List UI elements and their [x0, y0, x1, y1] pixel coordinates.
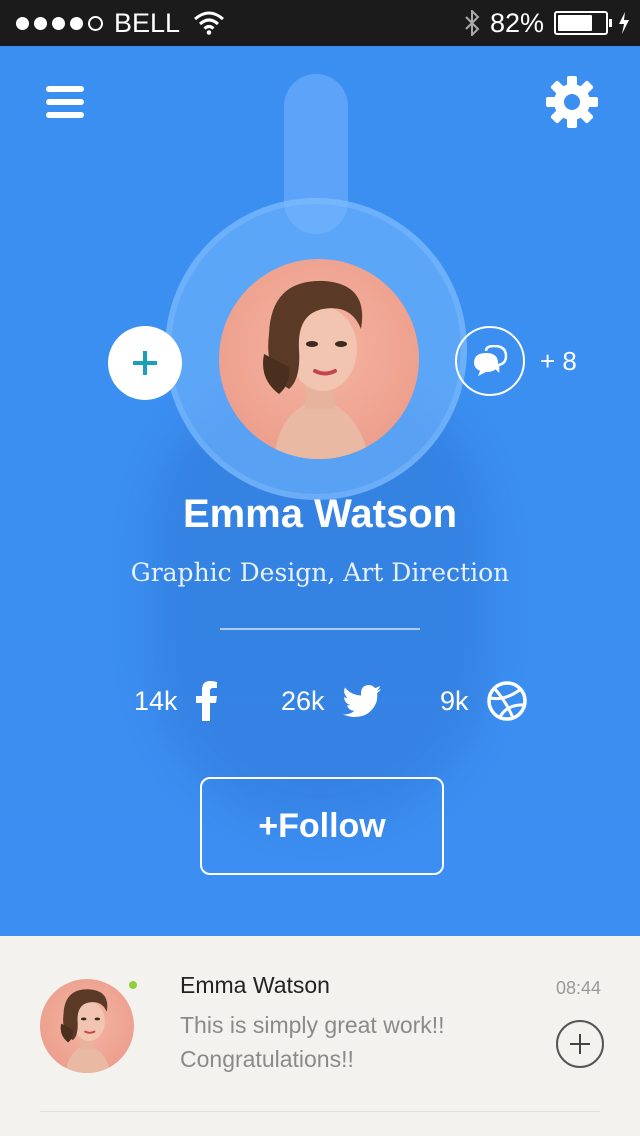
- settings-button[interactable]: [544, 74, 600, 130]
- bolt-icon: [619, 12, 629, 34]
- twitter-count: 26k: [281, 685, 325, 716]
- signal-dot: [52, 16, 65, 30]
- wifi-icon: [194, 11, 225, 35]
- profile-header: + 8 Emma Watson Graphic Design, Art Dire…: [0, 46, 640, 936]
- portrait-image: [263, 280, 369, 459]
- facebook-count: 14k: [134, 685, 178, 716]
- portrait-image: [60, 989, 111, 1073]
- comment-time: 08:44: [556, 978, 602, 998]
- follow-button[interactable]: +Follow: [200, 777, 444, 875]
- add-contact-button[interactable]: [108, 326, 182, 400]
- battery-icon: [554, 11, 612, 35]
- dribbble-stat[interactable]: 9k: [440, 676, 527, 726]
- menu-icon-bar: [46, 112, 84, 118]
- battery-cap: [609, 19, 612, 27]
- menu-icon: [46, 86, 84, 92]
- signal-dot-empty: [88, 15, 103, 31]
- twitter-stat[interactable]: 26k: [281, 676, 381, 726]
- carrier-name: BELL: [114, 7, 181, 38]
- comment-text: This is simply great work!! Congratulati…: [180, 1012, 445, 1072]
- comment-avatar[interactable]: [40, 979, 134, 1073]
- menu-button[interactable]: [44, 80, 88, 124]
- facebook-stat[interactable]: 14k: [134, 676, 218, 726]
- battery-percent: 82%: [489, 7, 544, 38]
- facebook-icon: [195, 681, 217, 721]
- comment-add-button[interactable]: [556, 1020, 604, 1068]
- twitter-icon: [342, 685, 381, 717]
- signal-dot: [34, 16, 47, 30]
- extra-count: + 8: [540, 346, 577, 376]
- bluetooth-icon: [465, 10, 480, 36]
- signal-dot: [70, 16, 83, 30]
- chat-bubbles-icon: [474, 345, 508, 376]
- gear-icon: [546, 76, 598, 128]
- comment-author: Emma Watson: [180, 972, 330, 998]
- status-bar: BELL 82%: [0, 0, 640, 46]
- status-right: 82%: [464, 6, 630, 40]
- profile-role: Graphic Design, Art Direction: [130, 558, 510, 587]
- signal-dot: [16, 16, 29, 30]
- dribbble-count: 9k: [440, 685, 469, 716]
- dribbble-icon: [486, 681, 527, 721]
- menu-icon-bar: [46, 99, 84, 105]
- divider: [40, 1111, 600, 1112]
- profile-name: Emma Watson: [182, 492, 458, 536]
- message-button[interactable]: [455, 326, 525, 396]
- plus-icon: [570, 1034, 590, 1054]
- profile-avatar: [219, 259, 419, 459]
- battery-fill: [558, 15, 592, 31]
- divider: [220, 628, 420, 630]
- online-status-dot: [129, 981, 137, 989]
- plus-icon: [133, 351, 157, 375]
- carrier-signal: BELL: [16, 6, 225, 40]
